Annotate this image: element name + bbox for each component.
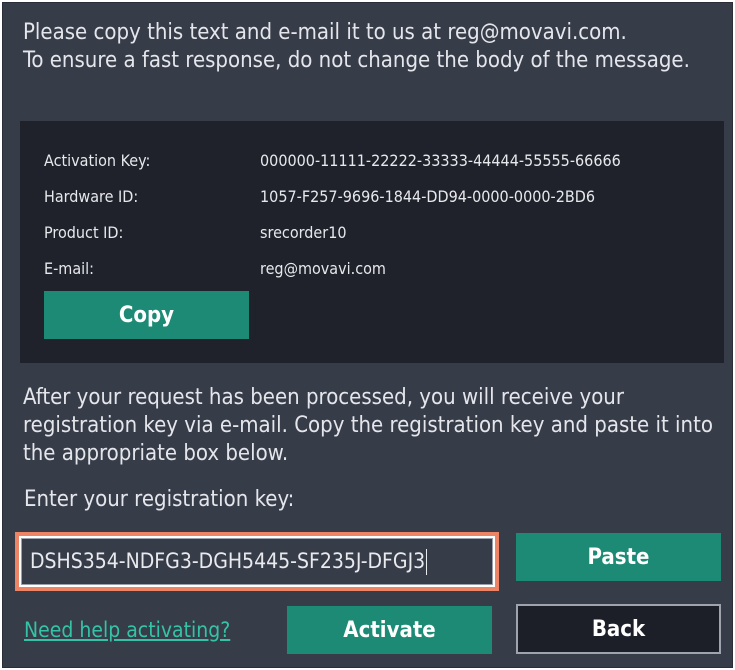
product-id-value: srecorder10 [260,223,347,242]
activation-key-row: Activation Key: 000000-11111-22222-33333… [44,151,704,175]
back-button[interactable]: Back [516,604,721,654]
activation-key-label: Activation Key: [44,151,151,170]
copy-button[interactable]: Copy [44,291,249,339]
registration-key-label: Enter your registration key: [24,487,295,512]
activation-key-value: 000000-11111-22222-33333-44444-55555-666… [260,151,621,170]
activate-button[interactable]: Activate [287,606,492,654]
hardware-id-value: 1057-F257-9696-1844-DD94-0000-0000-2BD6 [260,187,595,206]
activation-dialog: Please copy this text and e-mail it to u… [2,2,733,668]
hardware-id-label: Hardware ID: [44,187,139,206]
email-row: E-mail: reg@movavi.com [44,259,704,283]
instructions-text: After your request has been processed, y… [23,385,713,466]
hardware-id-row: Hardware ID: 1057-F257-9696-1844-DD94-00… [44,187,704,211]
text-caret [426,549,428,575]
registration-key-highlight: DSHS354-NDFG3-DGH5445-SF235J-DFGJ3 [15,532,499,591]
registration-key-input[interactable]: DSHS354-NDFG3-DGH5445-SF235J-DFGJ3 [21,538,493,585]
email-label: E-mail: [44,259,94,278]
registration-key-value: DSHS354-NDFG3-DGH5445-SF235J-DFGJ3 [30,549,426,573]
help-activating-link[interactable]: Need help activating? [24,618,230,642]
intro-text: Please copy this text and e-mail it to u… [23,20,690,73]
email-value: reg@movavi.com [260,259,386,278]
product-id-label: Product ID: [44,223,124,242]
product-id-row: Product ID: srecorder10 [44,223,704,247]
paste-button[interactable]: Paste [516,533,721,581]
activation-info-panel: Activation Key: 000000-11111-22222-33333… [20,121,724,363]
